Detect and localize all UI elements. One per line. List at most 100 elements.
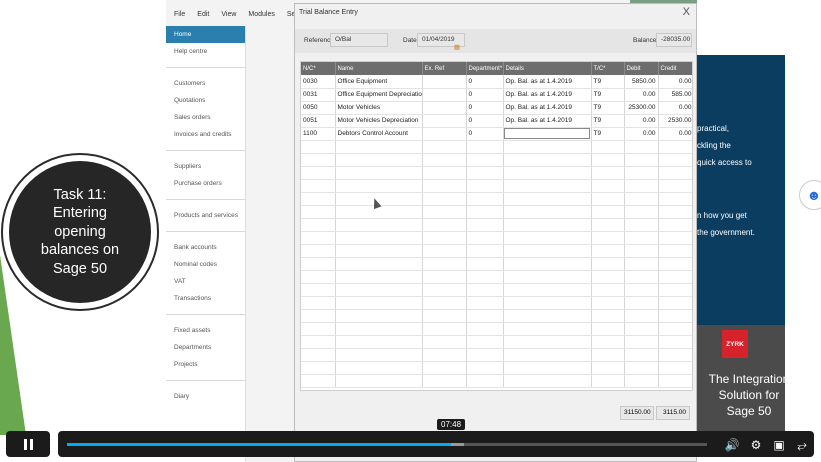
- table-cell[interactable]: [466, 309, 504, 323]
- table-cell[interactable]: [591, 348, 625, 362]
- calendar-icon[interactable]: ▦: [454, 43, 460, 51]
- table-cell[interactable]: [335, 374, 423, 388]
- table-cell[interactable]: [591, 335, 625, 349]
- table-cell[interactable]: [335, 166, 423, 180]
- menu-item-modules[interactable]: Modules: [248, 11, 274, 18]
- table-cell[interactable]: [301, 270, 336, 284]
- table-row[interactable]: 0030 Office Equipment 0 Op. Bal. as at 1.4.…: [301, 75, 692, 89]
- table-cell[interactable]: [422, 309, 467, 323]
- table-row[interactable]: [301, 361, 692, 375]
- table-cell[interactable]: [301, 309, 336, 323]
- table-cell[interactable]: [466, 322, 504, 336]
- table-cell[interactable]: [301, 218, 336, 232]
- table-cell[interactable]: [503, 257, 592, 271]
- table-cell[interactable]: [658, 153, 692, 167]
- table-cell[interactable]: [335, 283, 423, 297]
- table-cell[interactable]: [658, 296, 692, 310]
- sidebar-item-help-centre[interactable]: Help centre: [166, 43, 245, 60]
- table-cell[interactable]: [335, 218, 423, 232]
- table-cell[interactable]: [335, 322, 423, 336]
- table-cell[interactable]: 0.00: [658, 75, 692, 89]
- table-cell[interactable]: [658, 283, 692, 297]
- table-cell[interactable]: [503, 296, 592, 310]
- table-row[interactable]: [301, 205, 692, 219]
- sidebar-item-customers[interactable]: Customers: [166, 75, 245, 92]
- sidebar-item-purchase-orders[interactable]: Purchase orders: [166, 175, 245, 192]
- table-cell[interactable]: 0051: [301, 114, 336, 128]
- table-cell[interactable]: [658, 205, 692, 219]
- sidebar-item-fixed-assets[interactable]: Fixed assets: [166, 322, 245, 339]
- table-cell[interactable]: [466, 218, 504, 232]
- table-cell[interactable]: 25300.00: [624, 101, 659, 115]
- table-cell[interactable]: 0: [466, 114, 504, 128]
- table-cell[interactable]: [466, 231, 504, 245]
- table-cell[interactable]: [301, 231, 336, 245]
- table-cell[interactable]: [422, 101, 467, 115]
- sidebar-item-sales-orders[interactable]: Sales orders: [166, 109, 245, 126]
- table-cell[interactable]: 0.00: [624, 88, 659, 102]
- table-cell[interactable]: [624, 270, 659, 284]
- table-cell[interactable]: [335, 296, 423, 310]
- table-cell[interactable]: [466, 153, 504, 167]
- table-cell[interactable]: [422, 218, 467, 232]
- table-cell[interactable]: [503, 140, 592, 154]
- table-cell[interactable]: [658, 348, 692, 362]
- table-cell[interactable]: [466, 205, 504, 219]
- table-cell[interactable]: [466, 192, 504, 206]
- sidebar-item-invoices-and-credits[interactable]: Invoices and credits: [166, 126, 245, 143]
- table-row[interactable]: [301, 257, 692, 271]
- table-cell[interactable]: [658, 244, 692, 258]
- table-cell[interactable]: [335, 361, 423, 375]
- sidebar-item-vat[interactable]: VAT: [166, 273, 245, 290]
- table-cell[interactable]: [422, 127, 467, 141]
- table-row[interactable]: [301, 348, 692, 362]
- sidebar-item-products-and-services[interactable]: Products and services: [166, 207, 245, 224]
- table-cell[interactable]: [591, 283, 625, 297]
- table-cell[interactable]: [422, 257, 467, 271]
- table-cell[interactable]: T9: [591, 88, 625, 102]
- table-cell[interactable]: [658, 192, 692, 206]
- table-cell[interactable]: [301, 205, 336, 219]
- table-cell[interactable]: [591, 361, 625, 375]
- table-cell[interactable]: T9: [591, 127, 625, 141]
- picture-in-picture-icon[interactable]: ▣: [771, 438, 787, 452]
- table-row[interactable]: [301, 218, 692, 232]
- menu-item-view[interactable]: View: [221, 11, 236, 18]
- table-cell[interactable]: [503, 127, 592, 141]
- table-cell[interactable]: [658, 270, 692, 284]
- table-cell[interactable]: [301, 166, 336, 180]
- sidebar-item-quotations[interactable]: Quotations: [166, 92, 245, 109]
- table-cell[interactable]: 5850.00: [624, 75, 659, 89]
- accessibility-icon[interactable]: ☻: [799, 180, 821, 210]
- table-cell[interactable]: T9: [591, 75, 625, 89]
- table-cell[interactable]: 2530.00: [658, 114, 692, 128]
- table-row[interactable]: [301, 179, 692, 193]
- table-cell[interactable]: [422, 283, 467, 297]
- table-cell[interactable]: [422, 192, 467, 206]
- table-cell[interactable]: [658, 361, 692, 375]
- table-cell[interactable]: [466, 335, 504, 349]
- table-cell[interactable]: [422, 361, 467, 375]
- menu-item-file[interactable]: File: [174, 11, 185, 18]
- table-cell[interactable]: [335, 153, 423, 167]
- table-cell[interactable]: 0.00: [658, 101, 692, 115]
- table-cell[interactable]: 0: [466, 101, 504, 115]
- sidebar-item-home[interactable]: Home: [166, 26, 245, 43]
- table-cell[interactable]: 0031: [301, 88, 336, 102]
- column-header[interactable]: Ex. Ref: [422, 62, 467, 75]
- table-cell[interactable]: [658, 231, 692, 245]
- date-field[interactable]: 01/04/2019 ▦: [417, 33, 465, 51]
- table-row[interactable]: [301, 309, 692, 323]
- table-cell[interactable]: [503, 179, 592, 193]
- table-cell[interactable]: [422, 75, 467, 89]
- table-cell[interactable]: [466, 296, 504, 310]
- table-cell[interactable]: [466, 361, 504, 375]
- table-row[interactable]: [301, 231, 692, 245]
- table-row[interactable]: 0051 Motor Vehicles Depreciation 0 Op. Bal.…: [301, 114, 692, 128]
- table-row[interactable]: 0050 Motor Vehicles 0 Op. Bal. as at 1.4.20…: [301, 101, 692, 115]
- table-cell[interactable]: [422, 296, 467, 310]
- table-cell[interactable]: [301, 153, 336, 167]
- table-row[interactable]: [301, 244, 692, 258]
- table-cell[interactable]: [301, 322, 336, 336]
- table-cell[interactable]: [301, 179, 336, 193]
